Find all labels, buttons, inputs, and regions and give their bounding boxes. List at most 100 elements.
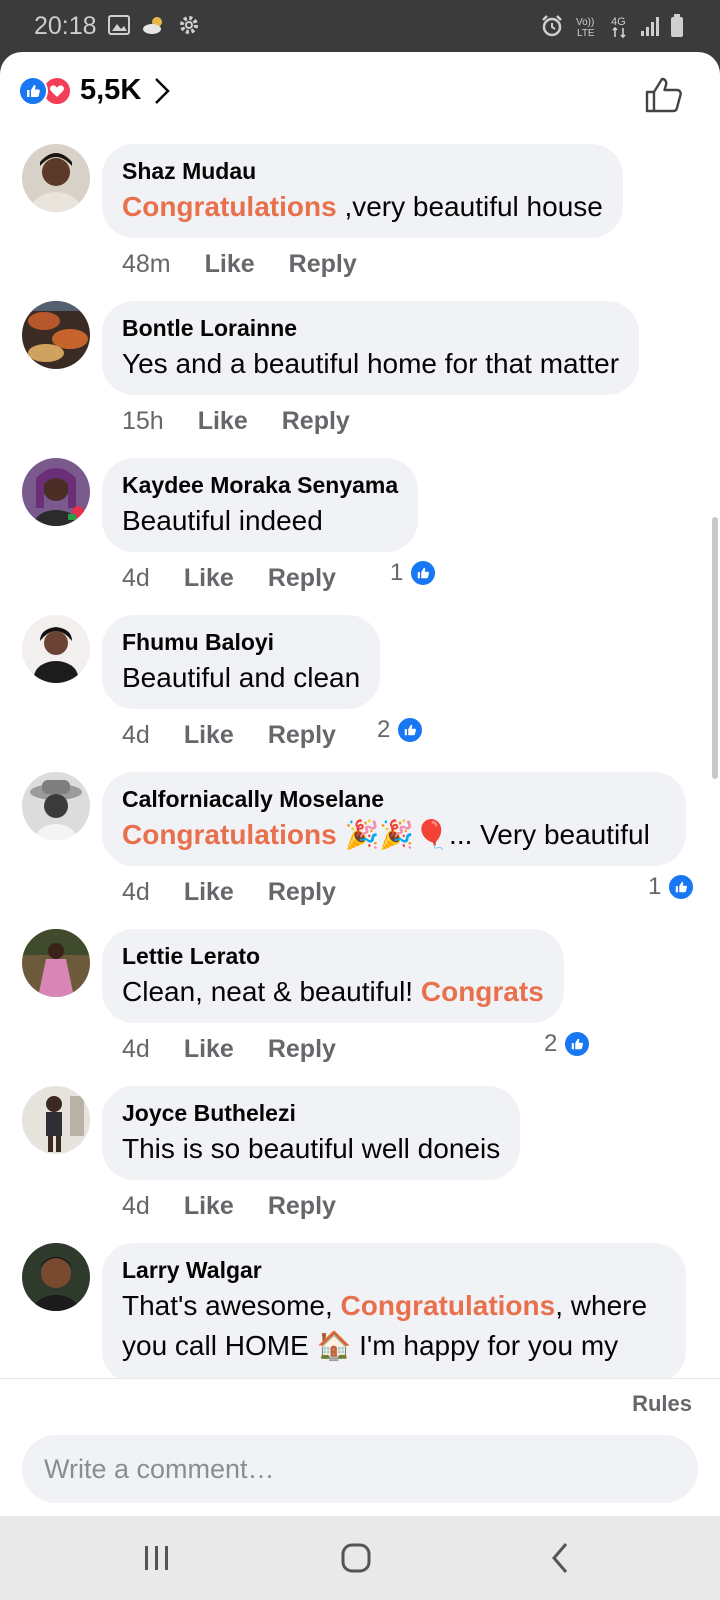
like-reaction-icon: [18, 75, 48, 106]
alarm-icon: [542, 15, 562, 37]
comment-bubble[interactable]: Lettie Lerato Clean, neat & beautiful! C…: [102, 929, 564, 1023]
gallery-icon: [108, 15, 130, 35]
comment-time: 4d: [122, 878, 150, 906]
volte-icon: Vo))LTE: [576, 17, 595, 38]
recent-apps-icon[interactable]: [143, 1538, 171, 1578]
comment-time: 48m: [122, 250, 171, 278]
like-reaction-icon: [409, 559, 438, 587]
avatar[interactable]: [22, 929, 90, 997]
comment-bubble[interactable]: Joyce Buthelezi This is so beautiful wel…: [102, 1086, 521, 1180]
comment-actions: 4d Like Reply: [122, 564, 370, 593]
reply-button[interactable]: Reply: [268, 1192, 336, 1221]
like-button[interactable]: Like: [184, 1035, 234, 1064]
comment-author[interactable]: Fhumu Baloyi: [122, 627, 360, 657]
comment-bubble[interactable]: Larry Walgar That's awesome, Congratulat…: [102, 1243, 686, 1383]
comment-author[interactable]: Kaydee Moraka Senyama: [122, 470, 398, 500]
comment-author[interactable]: Joyce Buthelezi: [122, 1098, 500, 1128]
comment-like-count[interactable]: 1: [390, 559, 438, 587]
comment-like-count[interactable]: 2: [377, 716, 425, 744]
comment-time: 4d: [122, 1035, 150, 1063]
avatar[interactable]: [22, 772, 90, 840]
avatar[interactable]: [22, 1086, 90, 1154]
settings-gear-icon: [180, 16, 198, 34]
comment-actions: 15h Like Reply: [122, 407, 384, 436]
like-reaction-icon: [667, 873, 696, 901]
comment-bubble[interactable]: Calforniacally Moselane Congratulations …: [102, 772, 686, 866]
reactions-summary[interactable]: 5,5K: [18, 74, 171, 107]
weather-icon: [143, 17, 162, 34]
comment-author[interactable]: Larry Walgar: [122, 1255, 666, 1285]
reply-button[interactable]: Reply: [282, 407, 350, 436]
battery-icon: [671, 14, 683, 37]
avatar[interactable]: [22, 615, 90, 683]
rules-link[interactable]: Rules: [632, 1391, 692, 1417]
system-nav-bar: [0, 1516, 720, 1600]
like-button[interactable]: Like: [184, 878, 234, 907]
comment-author[interactable]: Lettie Lerato: [122, 941, 544, 971]
reply-button[interactable]: Reply: [268, 878, 336, 907]
reply-button[interactable]: Reply: [268, 564, 336, 593]
like-button[interactable]: Like: [184, 564, 234, 593]
comment-actions: 4d Like Reply: [122, 878, 370, 907]
like-reaction-icon: [563, 1030, 592, 1058]
comment-text: Congratulations ,very beautiful house: [122, 191, 603, 222]
svg-text:4G: 4G: [611, 16, 626, 28]
comment-like-count[interactable]: 1: [648, 873, 696, 901]
sheet-header: 5,5K: [0, 52, 720, 136]
comment-bubble[interactable]: Fhumu Baloyi Beautiful and clean: [102, 615, 381, 709]
avatar[interactable]: [22, 144, 90, 212]
comment-time: 4d: [122, 1192, 150, 1220]
comment-actions: 4d Like Reply: [122, 721, 370, 750]
comment-input[interactable]: [22, 1435, 698, 1503]
comment-text-line2: you call HOME 🏠 I'm happy for you my: [122, 1330, 619, 1361]
highlight-link[interactable]: Congratulations: [122, 819, 337, 850]
avatar[interactable]: [22, 1243, 90, 1311]
status-bar: 20:18 Vo)) LTE 4G: [0, 0, 720, 54]
network-4g-icon: 4G: [611, 16, 626, 38]
like-reaction-icon: [396, 716, 425, 744]
comment-bubble[interactable]: Kaydee Moraka Senyama Beautiful indeed: [102, 458, 419, 552]
comment-actions: 4d Like Reply: [122, 1035, 370, 1064]
comment-text: Beautiful indeed: [122, 505, 323, 536]
comment-composer: Rules: [0, 1378, 720, 1516]
reply-button[interactable]: Reply: [268, 721, 336, 750]
comments-list: Shaz Mudau Congratulations ,very beautif…: [0, 144, 720, 1430]
like-button[interactable]: Like: [184, 721, 234, 750]
reaction-count: 5,5K: [80, 74, 142, 106]
comment-text: That's awesome, Congratulations, where: [122, 1290, 648, 1321]
comment-author[interactable]: Bontle Lorainne: [122, 313, 619, 343]
comment-time: 4d: [122, 721, 150, 749]
reply-button[interactable]: Reply: [268, 1035, 336, 1064]
comment-author[interactable]: Shaz Mudau: [122, 156, 603, 186]
comment-bubble[interactable]: Bontle Lorainne Yes and a beautiful home…: [102, 301, 640, 395]
comment-text: This is so beautiful well doneis: [122, 1133, 501, 1164]
highlight-link[interactable]: Congrats: [421, 976, 544, 1007]
avatar[interactable]: [22, 301, 90, 369]
like-button[interactable]: Like: [184, 1192, 234, 1221]
avatar[interactable]: [22, 458, 90, 526]
like-button[interactable]: Like: [205, 250, 255, 279]
comments-sheet: 5,5K Shaz Mudau Congratulations ,very be…: [0, 52, 720, 1516]
comment-text: Clean, neat & beautiful! Congrats: [122, 976, 544, 1007]
like-button[interactable]: Like: [198, 407, 248, 436]
svg-text:LTE: LTE: [577, 28, 595, 38]
comment-author[interactable]: Calforniacally Moselane: [122, 784, 666, 814]
comment-time: 4d: [122, 564, 150, 592]
scrollbar[interactable]: [712, 517, 718, 779]
signal-icon: [641, 17, 659, 36]
comment-bubble[interactable]: Shaz Mudau Congratulations ,very beautif…: [102, 144, 623, 238]
like-post-thumbs-up-icon[interactable]: [644, 76, 684, 114]
highlight-link[interactable]: Congratulations: [341, 1290, 556, 1321]
comment-text: Beautiful and clean: [122, 662, 361, 693]
comment-text: Yes and a beautiful home for that matter: [122, 348, 620, 379]
svg-text:Vo)): Vo)): [576, 17, 594, 28]
comment-like-count[interactable]: 2: [544, 1030, 592, 1058]
highlight-link[interactable]: Congratulations: [122, 191, 337, 222]
status-time: 20:18: [34, 12, 97, 40]
comment-actions: 48m Like Reply: [122, 250, 391, 279]
back-icon[interactable]: [548, 1538, 572, 1578]
status-notification-icons: [108, 14, 200, 36]
home-icon[interactable]: [340, 1538, 374, 1578]
comment-text: Congratulations 🎉🎉🎈... Very beautiful: [122, 819, 650, 850]
reply-button[interactable]: Reply: [289, 250, 357, 279]
